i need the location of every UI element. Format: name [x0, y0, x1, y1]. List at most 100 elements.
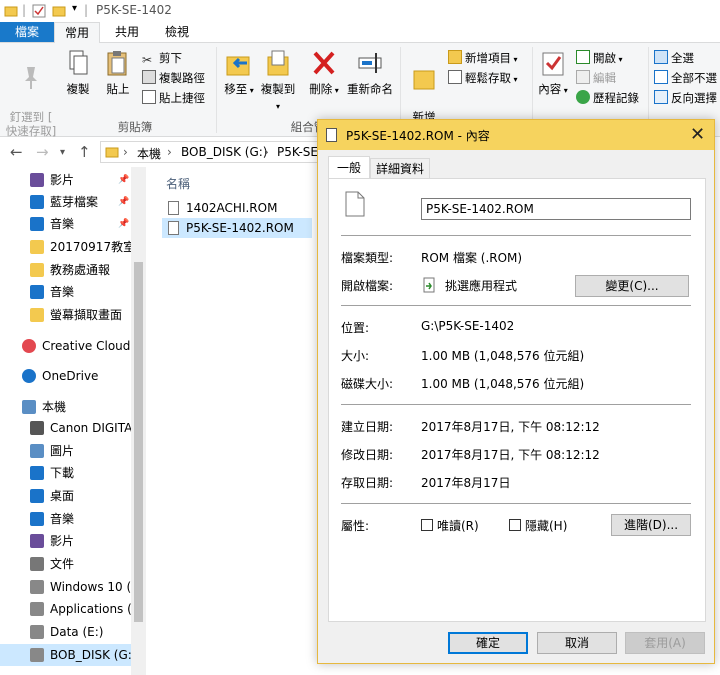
sidebar-item[interactable]: 教務處通報	[0, 259, 146, 281]
pin-to-quick-access-button[interactable]: 釘選到 [ 快速存取]	[2, 49, 60, 138]
cancel-button[interactable]: 取消	[537, 632, 617, 654]
breadcrumb-chevron-icon[interactable]: ›	[123, 145, 128, 159]
move-to-button[interactable]: 移至 ▾	[222, 49, 256, 98]
paste-icon	[107, 51, 127, 76]
select-none-button[interactable]: 全部不選	[654, 69, 717, 87]
breadcrumb-drive[interactable]: BOB_DISK (G:)	[181, 145, 267, 159]
rename-button[interactable]: 重新命名	[344, 49, 396, 96]
sidebar-item[interactable]: 音樂	[0, 508, 146, 530]
copy-to-button[interactable]: 複製到 ▾	[258, 49, 298, 114]
properties-button[interactable]: 內容 ▾	[536, 49, 570, 98]
divider	[341, 503, 691, 504]
close-icon[interactable]: ✕	[690, 124, 705, 145]
sidebar-item[interactable]: Creative Cloud Fi	[0, 335, 146, 357]
cut-label: 剪下	[159, 51, 182, 65]
change-button[interactable]: 變更(C)...	[575, 275, 689, 297]
copy-button[interactable]: 複製	[62, 49, 94, 96]
invert-selection-button[interactable]: 反向選擇	[654, 89, 717, 107]
breadcrumb-folder[interactable]: P5K-SE	[277, 145, 318, 159]
tab-file[interactable]: 檔案	[0, 22, 54, 42]
dialog-title-bar[interactable]: P5K-SE-1402.ROM - 內容 ✕	[318, 120, 714, 150]
file-item-selected[interactable]: P5K-SE-1402.ROM	[162, 218, 312, 238]
sidebar-item[interactable]: 下載	[0, 462, 146, 484]
edit-label: 編輯	[593, 71, 616, 85]
file-type-value: ROM 檔案 (.ROM)	[421, 251, 523, 265]
group-separator	[216, 47, 217, 133]
advanced-button[interactable]: 進階(D)...	[611, 514, 691, 536]
drive-icon	[30, 625, 44, 639]
sidebar-item[interactable]: Canon DIGITAL	[0, 417, 146, 439]
recent-locations-chevron-icon[interactable]: ▾	[60, 147, 65, 158]
back-arrow-icon[interactable]: ←	[10, 143, 23, 161]
open-button[interactable]: 開啟 ▾	[576, 49, 623, 67]
breadcrumb-chevron-icon[interactable]: ›	[264, 145, 269, 159]
pin-icon[interactable]: 📌	[118, 191, 129, 213]
breadcrumb-this-pc[interactable]: 本機	[137, 145, 161, 162]
delete-button[interactable]: 刪除 ▾	[308, 49, 340, 98]
new-item-button[interactable]: 新增項目 ▾	[448, 49, 518, 67]
pick-app-icon	[423, 277, 435, 293]
file-type-label: 檔案類型:	[341, 251, 394, 265]
copy-path-button[interactable]: 複製路徑	[142, 69, 205, 87]
pin-icon[interactable]: 📌	[118, 169, 129, 191]
history-button[interactable]: 歷程記錄	[576, 89, 639, 107]
sidebar-item[interactable]: 螢幕擷取畫面	[0, 304, 146, 326]
sidebar-item-label: Data (E:)	[50, 625, 104, 639]
scrollbar-thumb[interactable]	[134, 262, 143, 622]
file-item[interactable]: 1402ACHI.ROM	[162, 198, 312, 218]
sidebar-item[interactable]: Applications (D	[0, 598, 146, 620]
cut-button[interactable]: ✂ 剪下	[142, 49, 182, 67]
tab-general[interactable]: 一般	[328, 156, 370, 179]
readonly-label[interactable]: 唯讀(R)	[437, 517, 479, 534]
sidebar-item[interactable]: 影片 📌	[0, 169, 146, 191]
sidebar-item[interactable]: 本機	[0, 396, 146, 418]
tab-view[interactable]: 檢視	[154, 22, 200, 43]
column-header-name[interactable]: 名稱	[166, 175, 190, 192]
easy-access-button[interactable]: 輕鬆存取 ▾	[448, 69, 518, 87]
sidebar-item[interactable]: Windows 10 (C:	[0, 576, 146, 598]
folder-icon	[30, 240, 44, 254]
properties-check-icon[interactable]	[32, 4, 46, 18]
sidebar-item[interactable]: Data (E:)	[0, 621, 146, 643]
paste-button[interactable]: 貼上	[102, 49, 134, 96]
select-all-button[interactable]: 全選	[654, 49, 694, 67]
sidebar-item[interactable]: OneDrive	[0, 365, 146, 387]
dialog-title: P5K-SE-1402.ROM - 內容	[346, 129, 490, 143]
sidebar-item[interactable]: BOB_DISK (G:)	[0, 644, 146, 666]
opens-with-value: 挑選應用程式	[445, 279, 518, 293]
tab-home[interactable]: 常用	[54, 22, 100, 44]
sidebar-item[interactable]: 20170917教室布	[0, 236, 146, 258]
ok-button[interactable]: 確定	[448, 632, 528, 654]
hidden-label[interactable]: 隱藏(H)	[525, 517, 567, 534]
sidebar-item-label: BOB_DISK (G:)	[50, 648, 137, 662]
edit-button[interactable]: 編輯	[576, 69, 616, 87]
nav-pane-scrollbar[interactable]	[131, 167, 146, 675]
readonly-checkbox[interactable]	[421, 519, 433, 531]
hidden-checkbox[interactable]	[509, 519, 521, 531]
filename-input[interactable]	[421, 198, 691, 220]
sidebar-item[interactable]: 圖片	[0, 440, 146, 462]
tab-details[interactable]: 詳細資料	[370, 158, 430, 178]
window-title: P5K-SE-1402	[96, 3, 172, 17]
folder-icon	[105, 147, 119, 158]
sidebar-item[interactable]: 藍芽檔案 📌	[0, 191, 146, 213]
computer-icon	[22, 400, 36, 414]
sidebar-item[interactable]: 桌面	[0, 485, 146, 507]
video-icon	[30, 173, 44, 187]
up-arrow-icon[interactable]: ↑	[78, 143, 91, 161]
modified-label: 修改日期:	[341, 448, 394, 462]
paste-shortcut-button[interactable]: 貼上捷徑	[142, 89, 205, 107]
size-on-disk-label: 磁碟大小:	[341, 377, 394, 391]
quick-access-dropdown-icon[interactable]: ▾	[72, 3, 77, 14]
sidebar-item[interactable]: 音樂 📌	[0, 213, 146, 235]
sidebar-item[interactable]: 影片	[0, 530, 146, 552]
sidebar-item[interactable]: 文件	[0, 553, 146, 575]
apply-button[interactable]: 套用(A)	[625, 632, 705, 654]
forward-arrow-icon[interactable]: →	[36, 143, 49, 161]
tab-share[interactable]: 共用	[104, 22, 150, 43]
new-folder-quick-icon[interactable]	[52, 4, 66, 18]
address-bar[interactable]: › 本機 › BOB_DISK (G:) › P5K-SE	[100, 141, 340, 163]
sidebar-item[interactable]: 音樂	[0, 281, 146, 303]
breadcrumb-chevron-icon[interactable]: ›	[167, 145, 172, 159]
pin-icon[interactable]: 📌	[118, 213, 129, 235]
